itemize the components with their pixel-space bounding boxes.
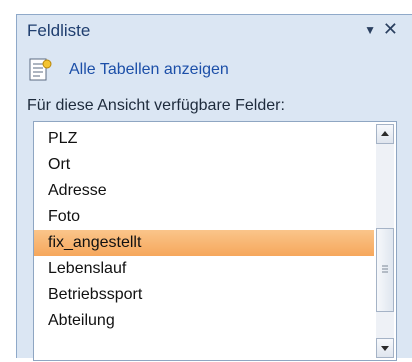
vertical-scrollbar[interactable]: [376, 124, 394, 358]
field-item[interactable]: PLZ: [34, 126, 374, 152]
show-all-tables-link[interactable]: Alle Tabellen anzeigen: [27, 57, 327, 83]
pane-titlebar: Feldliste ▼ ✕: [17, 15, 412, 45]
grip-icon: [382, 265, 388, 273]
field-item[interactable]: Foto: [34, 204, 374, 230]
fields-listbox[interactable]: PLZ Ort Adresse Foto fix_angestellt Lebe…: [33, 121, 397, 361]
field-item[interactable]: Ort: [34, 152, 374, 178]
field-item[interactable]: Betriebssport: [34, 282, 374, 308]
scroll-down-button[interactable]: [376, 338, 394, 358]
scroll-up-arrow-icon: [381, 131, 389, 136]
scroll-down-arrow-icon: [381, 346, 389, 351]
field-item[interactable]: Lebenslauf: [34, 256, 374, 282]
field-item[interactable]: Adresse: [34, 178, 374, 204]
field-item[interactable]: Abteilung: [34, 308, 374, 334]
fields-list: PLZ Ort Adresse Foto fix_angestellt Lebe…: [34, 126, 374, 334]
dropdown-arrow-icon[interactable]: ▼: [364, 23, 376, 37]
close-icon[interactable]: ✕: [383, 19, 398, 40]
field-item-selected[interactable]: fix_angestellt: [34, 230, 374, 256]
available-fields-caption: Für diese Ansicht verfügbare Felder:: [27, 97, 285, 114]
scroll-up-button[interactable]: [376, 124, 394, 144]
pane-title: Feldliste: [27, 21, 91, 40]
table-list-icon: [27, 57, 53, 83]
scrollbar-thumb[interactable]: [376, 228, 394, 312]
show-all-tables-label: Alle Tabellen anzeigen: [69, 61, 229, 78]
field-list-pane: Feldliste ▼ ✕ Alle Tabellen anzeigen Für…: [16, 14, 412, 361]
